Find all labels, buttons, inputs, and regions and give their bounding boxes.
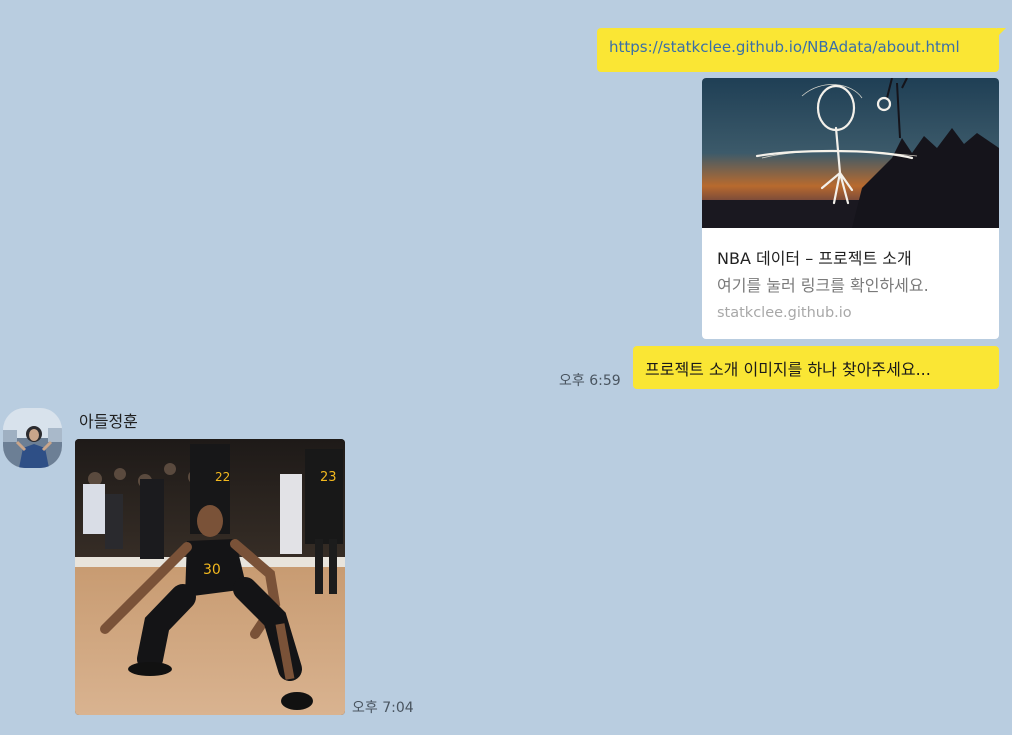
svg-text:30: 30 — [203, 562, 221, 578]
sent-message-bubble[interactable]: 프로젝트 소개 이미지를 하나 찾아주세요... — [633, 346, 999, 389]
svg-text:23: 23 — [320, 470, 337, 485]
svg-text:22: 22 — [215, 470, 230, 484]
sent-url-bubble[interactable]: https://statkclee.github.io/NBAdata/abou… — [597, 28, 1006, 72]
url-link[interactable]: https://statkclee.github.io/NBAdata/abou… — [609, 38, 960, 56]
message-text: 프로젝트 소개 이미지를 하나 찾아주세요... — [645, 360, 931, 379]
link-preview-domain: statkclee.github.io — [717, 305, 852, 321]
link-preview-title: NBA 데이터 – 프로젝트 소개 — [717, 249, 912, 268]
avatar-image — [3, 408, 62, 468]
avatar[interactable] — [3, 408, 62, 468]
link-preview-thumbnail — [702, 78, 999, 228]
link-preview-card[interactable]: NBA 데이터 – 프로젝트 소개 여기를 눌러 링크를 확인하세요. stat… — [702, 78, 999, 339]
message-timestamp: 오후 6:59 — [559, 373, 621, 389]
received-photo[interactable]: 22 23 30 — [75, 439, 345, 715]
basketball-photo: 22 23 30 — [75, 439, 345, 715]
link-preview-description: 여기를 눌러 링크를 확인하세요. — [717, 276, 929, 295]
sender-name: 아들정훈 — [79, 412, 138, 431]
photo-timestamp: 오후 7:04 — [352, 700, 414, 716]
